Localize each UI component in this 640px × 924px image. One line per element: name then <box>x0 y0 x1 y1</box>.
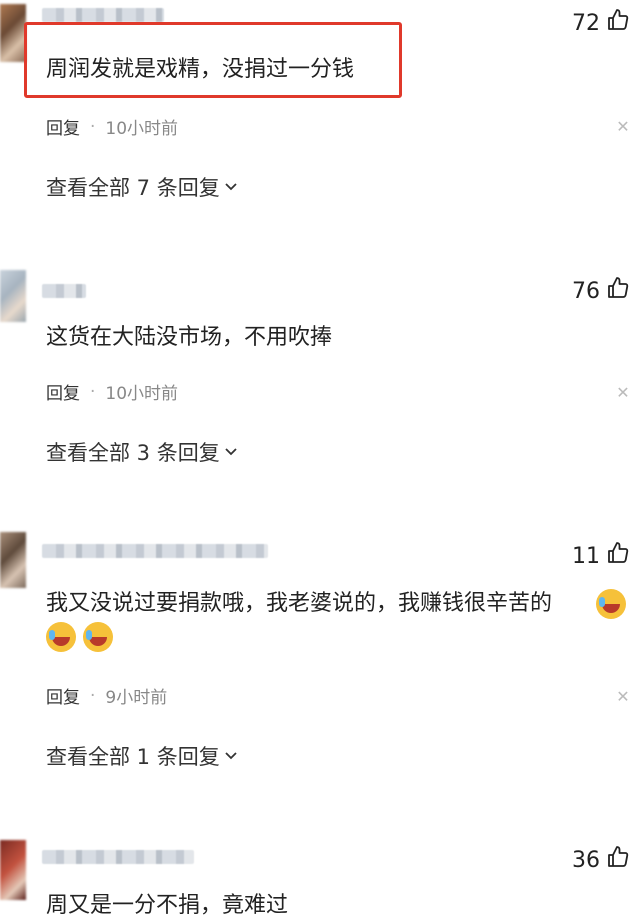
laughing-crying-emoji-icon <box>596 589 626 619</box>
close-icon[interactable]: ✕ <box>614 384 632 402</box>
username-blurred[interactable] <box>42 850 194 864</box>
comment-text: 这货在大陆没市场，不用吹捧 <box>46 325 333 350</box>
username-blurred[interactable] <box>42 8 164 22</box>
separator-dot: · <box>90 685 96 706</box>
like-button[interactable]: 36 <box>572 845 630 875</box>
avatar[interactable] <box>0 840 26 900</box>
separator-dot: · <box>90 116 96 137</box>
view-all-replies-button[interactable]: 查看全部 3 条回复 <box>46 437 238 467</box>
thumbs-up-icon <box>606 276 630 306</box>
separator-dot: · <box>90 381 96 402</box>
thumbs-up-icon <box>606 845 630 875</box>
avatar[interactable] <box>0 532 26 588</box>
comment-meta: 回复 · 10小时前 <box>46 114 179 140</box>
chevron-down-icon <box>224 440 238 464</box>
username-blurred[interactable] <box>42 284 86 298</box>
reply-button[interactable]: 回复 <box>46 683 80 708</box>
avatar[interactable] <box>0 4 26 62</box>
laughing-crying-emoji-icon <box>83 622 114 652</box>
view-all-replies-button[interactable]: 查看全部 7 条回复 <box>46 172 238 202</box>
close-icon[interactable]: ✕ <box>614 118 632 136</box>
comment-meta: 回复 · 9小时前 <box>46 683 168 709</box>
view-all-replies-button[interactable]: 查看全部 1 条回复 <box>46 741 238 771</box>
like-count: 36 <box>572 847 600 873</box>
comment-time: 10小时前 <box>105 119 179 139</box>
comment-text: 周润发就是戏精，没捐过一分钱 <box>46 57 355 82</box>
reply-button[interactable]: 回复 <box>46 114 80 139</box>
like-count: 76 <box>572 278 600 304</box>
view-all-replies-label: 查看全部 3 条回复 <box>46 441 220 465</box>
like-button[interactable]: 11 <box>572 541 630 571</box>
comment-time: 9小时前 <box>105 688 168 708</box>
comment-text: 我又没说过要捐款哦，我老婆说的，我赚钱很辛苦的 <box>46 591 553 616</box>
like-count: 11 <box>572 543 600 569</box>
comment-time: 10小时前 <box>105 384 179 404</box>
thumbs-up-icon <box>606 541 630 571</box>
like-button[interactable]: 72 <box>572 8 630 38</box>
laughing-crying-emoji-icon <box>46 622 76 652</box>
view-all-replies-label: 查看全部 1 条回复 <box>46 745 220 769</box>
username-blurred[interactable] <box>42 544 268 558</box>
avatar[interactable] <box>0 270 26 322</box>
chevron-down-icon <box>224 744 238 768</box>
emoji-row <box>46 622 115 652</box>
close-icon[interactable]: ✕ <box>614 688 632 706</box>
comment-meta: 回复 · 10小时前 <box>46 379 179 405</box>
like-count: 72 <box>572 10 600 36</box>
view-all-replies-label: 查看全部 7 条回复 <box>46 176 220 200</box>
like-button[interactable]: 76 <box>572 276 630 306</box>
chevron-down-icon <box>224 175 238 199</box>
thumbs-up-icon <box>606 8 630 38</box>
comment-text: 周又是一分不捐，竟难过 <box>46 893 289 918</box>
reply-button[interactable]: 回复 <box>46 379 80 404</box>
